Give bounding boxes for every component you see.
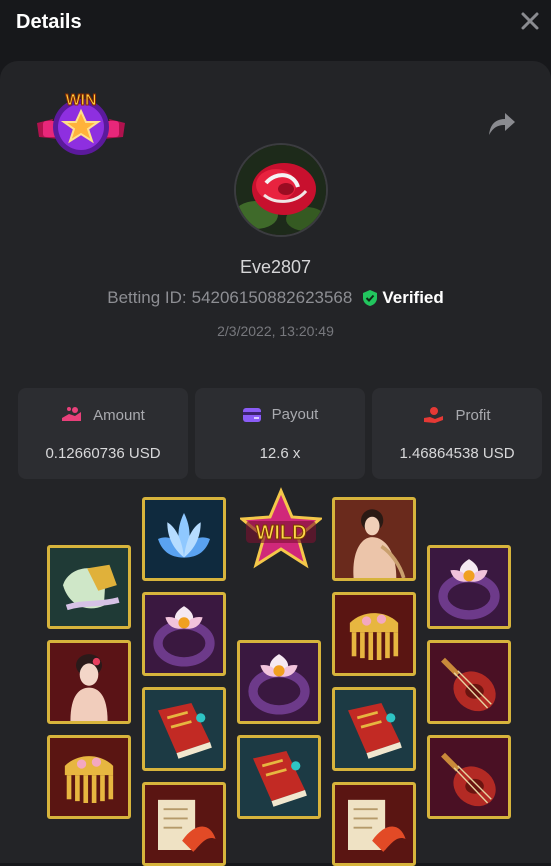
win-badge-text: WIN (65, 92, 96, 109)
win-badge: WIN (35, 89, 127, 161)
symbol-lotus-ring (237, 640, 321, 724)
symbol-blue-lotus (142, 497, 226, 581)
symbol-seated-lady (332, 497, 416, 581)
symbol-koi-scroll (142, 782, 226, 866)
symbol-red-book (332, 687, 416, 771)
symbol-fan (47, 545, 131, 629)
symbol-lotus-ring (427, 545, 511, 629)
symbol-hair-comb (332, 592, 416, 676)
symbol-pipa-lute (427, 640, 511, 724)
betting-id-label: Betting ID: (107, 288, 187, 307)
symbol-hair-comb (47, 735, 131, 819)
stats-row: Amount 0.12660736 USD Payout 12.6 x Prof… (18, 388, 542, 479)
avatar (234, 143, 328, 237)
betting-id-value: 54206150882623568 (191, 288, 353, 307)
betting-id-row: Betting ID: 54206150882623568 Verified (0, 288, 551, 308)
symbol-lotus-ring (142, 592, 226, 676)
payout-label: Payout (271, 406, 319, 423)
bet-timestamp: 2/3/2022, 13:20:49 (217, 323, 334, 339)
modal-header: Details (0, 0, 551, 50)
amount-value: 0.12660736 USD (45, 445, 161, 462)
wallet-icon (242, 407, 261, 422)
amount-label: Amount (93, 406, 145, 424)
payout-value: 12.6 x (259, 445, 301, 462)
profit-hand-icon (424, 407, 444, 423)
amount-card: Amount 0.12660736 USD (18, 388, 188, 479)
profit-label: Profit (455, 406, 491, 424)
modal-title: Details (16, 11, 82, 33)
verified-badge: Verified (362, 288, 444, 308)
profit-card: Profit 1.46864538 USD (372, 388, 542, 479)
profit-value: 1.46864538 USD (399, 445, 515, 462)
symbol-red-book (237, 735, 321, 819)
symbol-red-book (142, 687, 226, 771)
username: Eve2807 (239, 257, 312, 277)
symbol-koi-scroll (332, 782, 416, 866)
symbol-geisha-lady (47, 640, 131, 724)
verified-label: Verified (382, 288, 444, 307)
payout-card: Payout 12.6 x (195, 388, 365, 479)
symbol-pipa-lute (427, 735, 511, 819)
wild-text: WILD (255, 522, 306, 544)
shield-check-icon (363, 290, 378, 306)
symbol-wild: WILD (238, 487, 324, 569)
amount-icon (62, 407, 82, 421)
share-icon[interactable] (487, 111, 517, 137)
close-icon[interactable] (519, 10, 541, 32)
